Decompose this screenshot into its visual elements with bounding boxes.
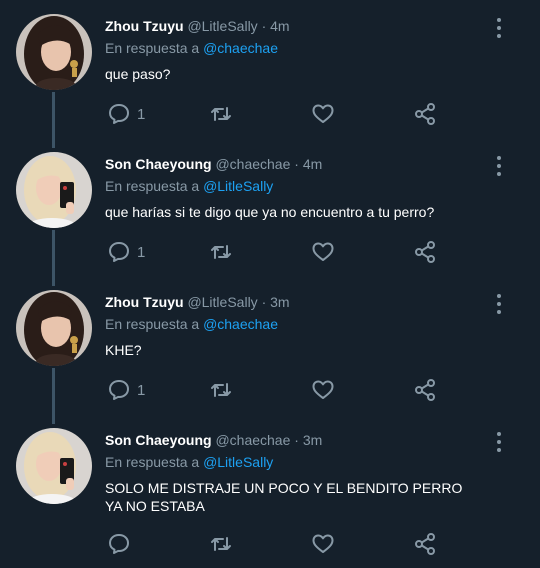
reply-prefix: En respuesta a — [105, 454, 200, 470]
timestamp[interactable]: 4m — [303, 156, 322, 172]
tweet-header: Zhou Tzuyu @LitleSally · 4m — [105, 17, 290, 35]
reply-icon — [109, 104, 129, 124]
reply-count: 1 — [137, 381, 146, 399]
share-icon — [415, 533, 435, 555]
separator: · — [294, 432, 299, 448]
avatar[interactable] — [16, 14, 92, 90]
timestamp[interactable]: 4m — [270, 18, 289, 34]
reply-button[interactable]: 1 — [107, 240, 145, 264]
tweet-text: que paso? — [105, 66, 171, 82]
tweet-header: Son Chaeyoung @chaechae · 4m — [105, 155, 322, 173]
tweet[interactable]: Zhou Tzuyu @LitleSally · 4m En respuesta… — [0, 0, 540, 138]
separator: · — [261, 18, 267, 34]
like-button[interactable] — [311, 240, 335, 264]
user-handle[interactable]: @chaechae — [215, 156, 290, 172]
tweet-text: KHE? — [105, 342, 142, 358]
more-options-icon[interactable] — [492, 430, 506, 454]
retweet-button[interactable] — [209, 532, 233, 556]
avatar[interactable] — [16, 290, 92, 366]
retweet-icon — [211, 537, 231, 551]
more-options-icon[interactable] — [492, 292, 506, 316]
retweet-button[interactable] — [209, 102, 233, 126]
mention-link[interactable]: @LitleSally — [203, 454, 273, 470]
mention-link[interactable]: @chaechae — [203, 40, 278, 56]
tweet-text: SOLO ME DISTRAJE UN POCO Y EL BENDITO PE… — [105, 480, 463, 514]
display-name[interactable]: Son Chaeyoung — [105, 156, 212, 172]
timestamp[interactable]: 3m — [270, 294, 289, 310]
heart-icon — [312, 534, 334, 553]
heart-icon — [312, 104, 334, 123]
separator: · — [294, 156, 299, 172]
heart-icon — [312, 242, 334, 261]
display-name[interactable]: Zhou Tzuyu — [105, 18, 184, 34]
reply-context: En respuesta a @LitleSally — [105, 453, 273, 471]
blonde-woman-avatar — [16, 152, 92, 228]
user-handle[interactable]: @LitleSally — [187, 18, 257, 34]
reply-count: 1 — [137, 243, 146, 261]
dark-hair-woman-avatar — [16, 290, 92, 366]
reply-context: En respuesta a @LitleSally — [105, 177, 273, 195]
blonde-woman-avatar — [16, 428, 92, 504]
reply-button[interactable]: 1 — [107, 102, 145, 126]
more-options-icon[interactable] — [492, 154, 506, 178]
reply-prefix: En respuesta a — [105, 178, 200, 194]
like-button[interactable] — [311, 532, 335, 556]
reply-prefix: En respuesta a — [105, 40, 200, 56]
share-button[interactable] — [413, 102, 437, 126]
retweet-icon — [211, 383, 231, 397]
share-icon — [415, 379, 435, 401]
heart-icon — [312, 380, 334, 399]
display-name[interactable]: Zhou Tzuyu — [105, 294, 184, 310]
conversation-thread: Zhou Tzuyu @LitleSally · 4m En respuesta… — [0, 0, 540, 568]
timestamp[interactable]: 3m — [303, 432, 322, 448]
reply-prefix: En respuesta a — [105, 316, 200, 332]
tweet[interactable]: Son Chaeyoung @chaechae · 3m En respuest… — [0, 414, 540, 568]
reply-context: En respuesta a @chaechae — [105, 315, 278, 333]
mention-link[interactable]: @LitleSally — [203, 178, 273, 194]
user-handle[interactable]: @LitleSally — [187, 294, 257, 310]
reply-count: 1 — [137, 105, 146, 123]
reply-icon — [109, 380, 129, 400]
reply-context: En respuesta a @chaechae — [105, 39, 278, 57]
share-button[interactable] — [413, 240, 437, 264]
share-icon — [415, 103, 435, 125]
separator: · — [261, 294, 267, 310]
retweet-button[interactable] — [209, 378, 233, 402]
share-button[interactable] — [413, 378, 437, 402]
action-bar: 1 — [105, 102, 445, 130]
dark-hair-woman-avatar — [16, 14, 92, 90]
retweet-icon — [211, 107, 231, 121]
display-name[interactable]: Son Chaeyoung — [105, 432, 212, 448]
reply-icon — [109, 534, 129, 554]
reply-button[interactable]: 1 — [107, 378, 145, 402]
avatar[interactable] — [16, 152, 92, 228]
mention-link[interactable]: @chaechae — [203, 316, 278, 332]
tweet-text: que harías si te digo que ya no encuentr… — [105, 204, 435, 220]
tweet[interactable]: Zhou Tzuyu @LitleSally · 3m En respuesta… — [0, 276, 540, 414]
share-button[interactable] — [413, 532, 437, 556]
user-handle[interactable]: @chaechae — [215, 432, 290, 448]
more-options-icon[interactable] — [492, 16, 506, 40]
reply-icon — [109, 242, 129, 262]
avatar[interactable] — [16, 428, 92, 504]
share-icon — [415, 241, 435, 263]
retweet-button[interactable] — [209, 240, 233, 264]
action-bar: 1 — [105, 240, 445, 268]
action-bar: 1 — [105, 378, 445, 406]
tweet[interactable]: Son Chaeyoung @chaechae · 4m En respuest… — [0, 138, 540, 276]
like-button[interactable] — [311, 102, 335, 126]
like-button[interactable] — [311, 378, 335, 402]
tweet-header: Zhou Tzuyu @LitleSally · 3m — [105, 293, 290, 311]
action-bar — [105, 532, 445, 560]
tweet-header: Son Chaeyoung @chaechae · 3m — [105, 431, 322, 449]
reply-button[interactable] — [107, 532, 137, 556]
retweet-icon — [211, 245, 231, 259]
